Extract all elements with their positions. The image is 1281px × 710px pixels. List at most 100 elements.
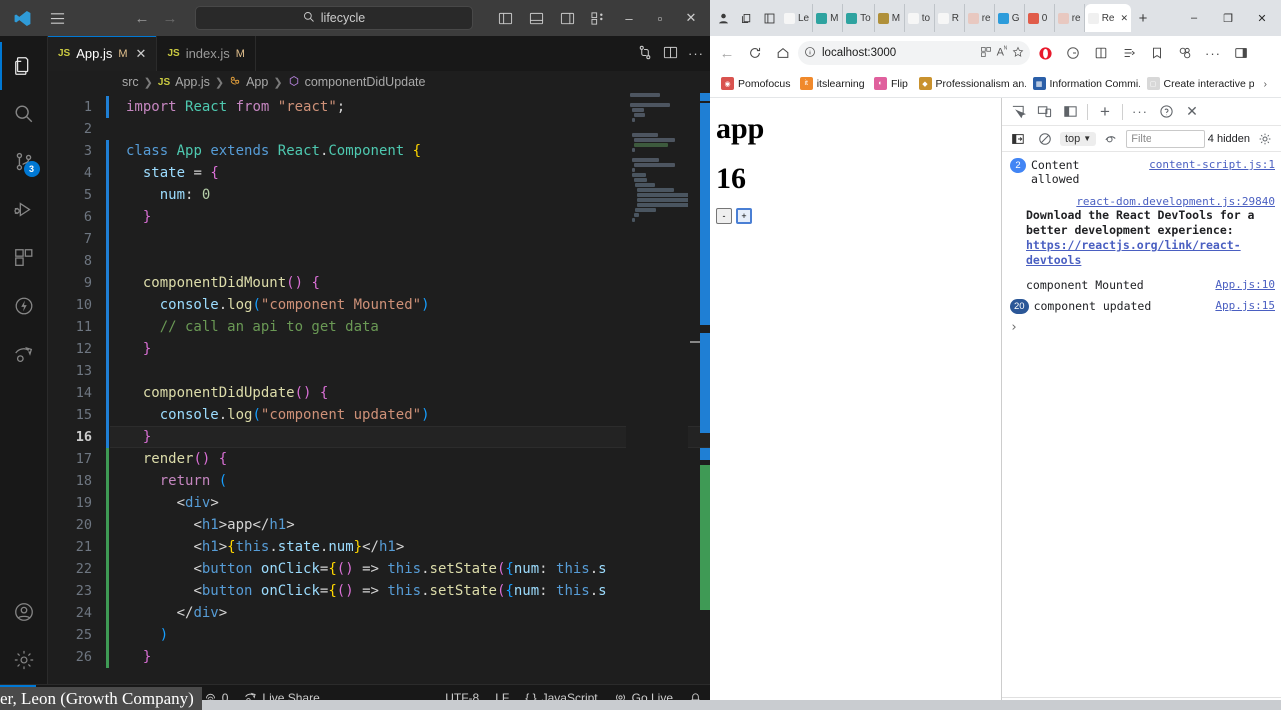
web-page-viewport[interactable]: app 16 - + [710, 98, 1001, 710]
console-filter-input[interactable]: Filter [1126, 129, 1205, 148]
bookmark-item[interactable]: it itslearning [795, 75, 867, 92]
sidebar-item-thunder-client[interactable] [0, 282, 48, 330]
code-line[interactable]: ) [110, 624, 710, 646]
tab-index-js[interactable]: JS index.js M [157, 36, 256, 71]
browser-tab[interactable]: To [843, 4, 875, 32]
breadcrumb-class[interactable]: App [246, 75, 268, 89]
help-icon[interactable] [1154, 100, 1178, 124]
window-minimize-button[interactable]: – [614, 3, 644, 33]
back-button[interactable]: ← [129, 10, 155, 27]
code-line[interactable]: } [110, 426, 710, 448]
code-line[interactable]: } [110, 206, 710, 228]
browser-tab[interactable]: 0 [1025, 4, 1055, 32]
device-toolbar-icon[interactable] [1032, 100, 1056, 124]
browser-tab[interactable]: re [1055, 4, 1085, 32]
forward-button[interactable]: → [157, 10, 183, 27]
message-source-link[interactable]: App.js:10 [1215, 278, 1275, 291]
menu-hamburger-button[interactable] [40, 11, 74, 26]
gear-icon[interactable] [1253, 127, 1277, 151]
sidebar-item-run-and-debug[interactable] [0, 186, 48, 234]
code-line[interactable]: return ( [110, 470, 710, 492]
opera-extension-icon[interactable] [1032, 40, 1058, 66]
browser-tab[interactable]: M [875, 4, 905, 32]
message-source-link[interactable]: react-dom.development.js:29840 [1076, 195, 1275, 208]
close-icon[interactable]: ✕ [136, 46, 147, 62]
code-line[interactable]: <div> [110, 492, 710, 514]
browser-back-icon[interactable]: ← [714, 40, 740, 66]
code-line[interactable]: render() { [110, 448, 710, 470]
browser-close-button[interactable]: ✕ [1245, 3, 1279, 33]
sidebar-item-source-control[interactable]: 3 [0, 138, 48, 186]
editor-scrollbar[interactable] [690, 93, 700, 684]
extensions-puzzle-icon[interactable] [1172, 40, 1198, 66]
dock-side-icon[interactable] [1058, 100, 1082, 124]
code-line[interactable]: componentDidMount() { [110, 272, 710, 294]
window-close-button[interactable]: ✕ [676, 3, 706, 33]
window-maximize-button[interactable]: ▫ [645, 3, 675, 33]
code-line[interactable]: } [110, 646, 710, 668]
browser-minimize-button[interactable]: – [1177, 3, 1211, 33]
breadcrumb-file[interactable]: App.js [175, 75, 210, 89]
code-line[interactable]: state = { [110, 162, 710, 184]
browser-tab[interactable]: to [905, 4, 935, 32]
favorites-icon[interactable] [1144, 40, 1170, 66]
run-or-compare-icon[interactable] [638, 45, 653, 63]
javascript-context-selector[interactable]: top ▼ [1060, 131, 1097, 146]
browser-maximize-button[interactable]: ❐ [1211, 3, 1245, 33]
console-message[interactable]: react-dom.development.js:29840 Download … [1002, 188, 1281, 270]
browser-tab[interactable]: M [813, 4, 844, 32]
add-favorite-icon[interactable] [1012, 46, 1024, 61]
console-message[interactable]: 2 Content allowed content-script.js:1 [1002, 156, 1281, 188]
browser-tab[interactable]: R [935, 4, 965, 32]
bookmark-item[interactable]: ◆ Professionalism an... [914, 75, 1026, 92]
clear-console-icon[interactable] [1033, 127, 1057, 151]
code-line[interactable] [110, 250, 710, 272]
browser-tab[interactable]: G [995, 4, 1025, 32]
toggle-panel-icon[interactable] [521, 3, 551, 33]
code-line[interactable]: num: 0 [110, 184, 710, 206]
address-bar[interactable]: localhost:3000 Aᴺ [798, 41, 1030, 65]
code-line[interactable]: class App extends React.Component { [110, 140, 710, 162]
collections-icon[interactable] [1116, 40, 1142, 66]
message-source-link[interactable]: content-script.js:1 [1149, 158, 1275, 171]
sidebar-item-search[interactable] [0, 90, 48, 138]
code-line[interactable]: componentDidUpdate() { [110, 382, 710, 404]
code-line[interactable]: console.log("component updated") [110, 404, 710, 426]
bookmark-item[interactable]: ▦ Information Commi... [1028, 75, 1140, 92]
bookmarks-overflow-chevron-icon[interactable]: › [1256, 78, 1276, 90]
hidden-messages-count[interactable]: 4 hidden [1208, 133, 1250, 145]
console-sidebar-icon[interactable] [1006, 127, 1030, 151]
more-actions-icon[interactable]: ··· [688, 46, 704, 61]
react-devtools-link[interactable]: https://reactjs.org/link/react-devtools [1026, 238, 1241, 267]
toggle-secondary-sidebar-icon[interactable] [552, 3, 582, 33]
split-editor-icon[interactable] [663, 45, 678, 63]
split-screen-icon[interactable] [980, 46, 992, 61]
code-line[interactable] [110, 228, 710, 250]
code-content[interactable]: import React from "react"; class App ext… [110, 93, 710, 684]
code-line[interactable]: } [110, 338, 710, 360]
toggle-primary-sidebar-icon[interactable] [490, 3, 520, 33]
sidebar-item-accounts[interactable] [0, 588, 48, 636]
tab-actions-icon[interactable] [735, 4, 757, 32]
code-line[interactable]: <h1>{this.state.num}</h1> [110, 536, 710, 558]
code-line[interactable] [110, 360, 710, 382]
console-message[interactable]: 20 component updated App.js:15 [1002, 294, 1281, 316]
bookmark-item[interactable]: ▢ Create interactive p... [1142, 75, 1254, 92]
browser-tab[interactable]: Le [781, 4, 814, 32]
sidebar-item-extensions[interactable] [0, 234, 48, 282]
browser-home-icon[interactable] [770, 40, 796, 66]
sidebar-item-live-share[interactable] [0, 330, 48, 378]
decrement-button[interactable]: - [716, 208, 732, 224]
command-center[interactable]: lifecycle [195, 6, 473, 30]
code-editor[interactable]: 1 2 3 4 5 6 7 8 9 10 11 12 13 14 15 16 17 18 19 20 21 22 23 24 2… [48, 93, 710, 684]
code-line[interactable]: <button onClick={() => this.setState({nu… [110, 580, 710, 602]
sidebar-toggle-icon[interactable] [1228, 40, 1254, 66]
live-expression-icon[interactable] [1099, 127, 1123, 151]
sidebar-item-settings[interactable] [0, 636, 48, 684]
console-message[interactable]: component Mounted App.js:10 [1002, 270, 1281, 294]
read-aloud-icon[interactable]: Aᴺ [997, 46, 1007, 61]
code-line[interactable]: // call an api to get data [110, 316, 710, 338]
code-line[interactable]: </div> [110, 602, 710, 624]
breadcrumb-method[interactable]: componentDidUpdate [305, 75, 426, 89]
code-line[interactable]: import React from "react"; [110, 96, 710, 118]
